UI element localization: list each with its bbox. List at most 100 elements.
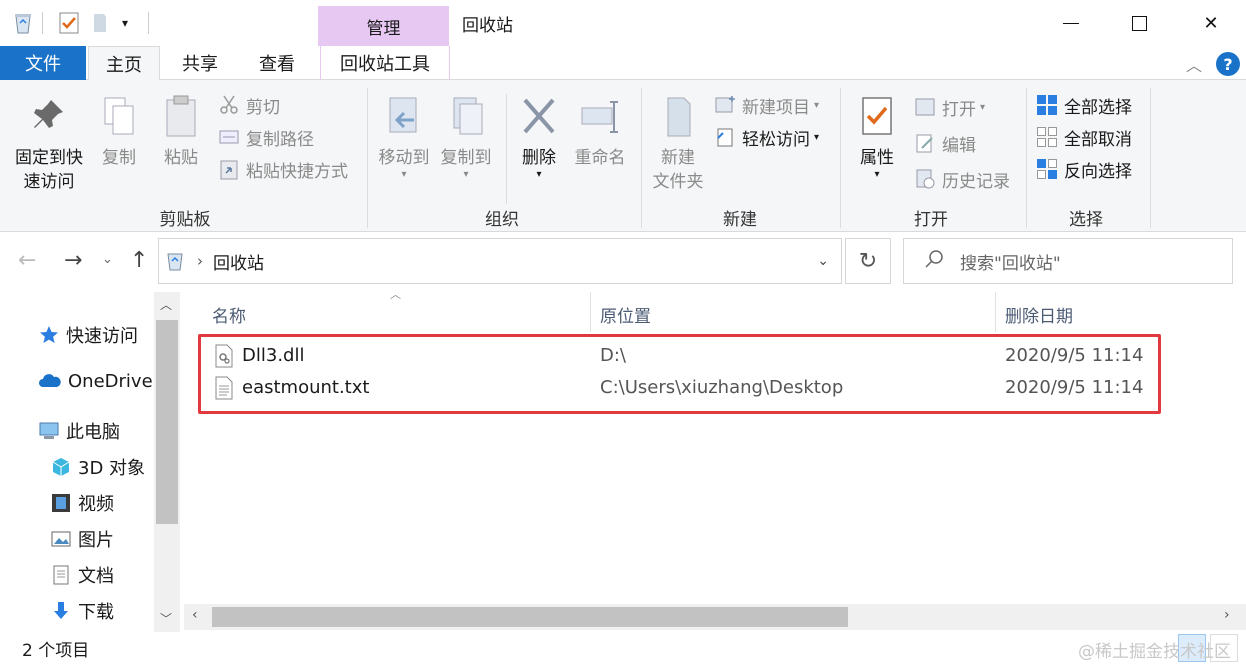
nav-documents[interactable]: 文档 [50, 562, 114, 588]
history-icon [914, 168, 936, 190]
nav-this-pc[interactable]: 此电脑 [38, 418, 120, 444]
navigation-pane: 快速访问 OneDrive 此电脑 3D 对象 视频 图片 文档 下载 [0, 292, 154, 632]
window-title: 回收站 [462, 16, 513, 36]
minimize-icon [1063, 22, 1079, 24]
scroll-down-chevron-icon[interactable]: ﹀ [160, 610, 172, 627]
column-divider[interactable] [590, 292, 591, 332]
cube-icon [50, 456, 72, 478]
tab-home[interactable]: 主页 [88, 46, 160, 81]
help-icon[interactable]: ? [1216, 52, 1240, 76]
tab-view[interactable]: 查看 [240, 46, 314, 80]
nav-videos[interactable]: 视频 [50, 490, 114, 516]
navigation-scrollbar[interactable]: ︿ ﹀ [154, 292, 180, 632]
title-bar: ▾ 管理 回收站 ✕ [0, 0, 1246, 46]
nav-3d-objects[interactable]: 3D 对象 [50, 454, 145, 480]
edit-icon [914, 132, 936, 154]
pin-label-line1: 固定到快 [15, 148, 83, 168]
tab-recycle-bin-tools[interactable]: 回收站工具 [320, 46, 450, 80]
properties-icon [857, 94, 897, 140]
delete-button[interactable]: 删除 ▾ [516, 94, 562, 180]
select-none-button[interactable]: 全部取消 [1036, 124, 1132, 150]
properties-button[interactable]: 属性 ▾ [852, 94, 902, 180]
delete-dropdown-icon: ▾ [536, 169, 542, 180]
rename-button[interactable]: 重命名 [570, 94, 630, 170]
close-icon: ✕ [1203, 12, 1219, 34]
properties-quick-icon[interactable] [58, 10, 80, 36]
context-tab-manage[interactable]: 管理 [318, 14, 449, 39]
new-item-icon [714, 94, 736, 116]
minimize-button[interactable] [1048, 0, 1094, 46]
open-label: 打开 [942, 99, 976, 120]
download-arrow-icon [50, 600, 72, 622]
delete-x-icon [519, 94, 559, 140]
copy-icon [99, 94, 139, 140]
tab-share[interactable]: 共享 [164, 46, 236, 80]
search-box[interactable]: 搜索"回收站" [903, 238, 1233, 284]
select-all-label: 全部选择 [1064, 97, 1132, 118]
maximize-button[interactable] [1116, 0, 1162, 46]
customize-quick-access-icon[interactable]: ▾ [122, 10, 128, 36]
horizontal-scrollbar[interactable]: ‹ › [184, 604, 1246, 630]
refresh-icon: ↻ [858, 248, 878, 274]
paste-button[interactable]: 粘贴 [158, 94, 204, 170]
address-dropdown-icon[interactable]: ⌄ [817, 253, 829, 269]
tab-file[interactable]: 文件 [0, 46, 86, 80]
group-label-clipboard: 剪贴板 [159, 210, 211, 230]
collapse-ribbon-icon[interactable]: ︿ [1186, 52, 1202, 76]
scroll-left-chevron-icon[interactable]: ‹ [192, 607, 198, 623]
nav-pictures[interactable]: 图片 [50, 526, 114, 552]
forward-arrow-icon[interactable]: → [64, 248, 82, 273]
column-header-date[interactable]: 删除日期 [1005, 302, 1073, 327]
back-arrow-icon[interactable]: ← [18, 248, 36, 273]
nav-downloads[interactable]: 下载 [50, 598, 114, 624]
column-divider[interactable] [995, 292, 996, 332]
open-button[interactable]: 打开 ▾ [914, 94, 985, 120]
scroll-right-chevron-icon[interactable]: › [1224, 607, 1230, 623]
nav-quick-access[interactable]: 快速访问 [38, 322, 138, 348]
watermark-text: @稀土掘金技术社区 [1078, 642, 1231, 662]
select-all-button[interactable]: 全部选择 [1036, 92, 1132, 118]
cloud-icon [38, 370, 62, 392]
address-bar[interactable]: › 回收站 ⌄ [158, 238, 842, 284]
recent-locations-chevron-icon[interactable]: ⌄ [102, 252, 113, 267]
copy-button[interactable]: 复制 [96, 94, 142, 170]
copy-to-dropdown-icon: ▾ [463, 169, 469, 180]
new-item-button[interactable]: 新建项目 ▾ [714, 92, 819, 118]
maximize-icon [1131, 15, 1147, 31]
new-folder-label-line2: 文件夹 [652, 172, 704, 192]
document-icon [50, 564, 72, 586]
recycle-bin-icon [165, 250, 185, 272]
nav-downloads-label: 下载 [78, 602, 114, 623]
easy-access-dropdown-icon: ▾ [814, 131, 820, 143]
new-folder-button[interactable]: 新建 文件夹 [648, 94, 708, 194]
move-to-button[interactable]: 移动到 ▾ [374, 94, 434, 180]
select-none-label: 全部取消 [1064, 129, 1132, 150]
history-button[interactable]: 历史记录 [914, 166, 1010, 192]
nav-pictures-label: 图片 [78, 530, 114, 551]
nav-onedrive[interactable]: OneDrive [38, 370, 153, 392]
refresh-button[interactable]: ↻ [845, 238, 891, 284]
new-folder-quick-icon[interactable] [92, 10, 108, 36]
nav-videos-label: 视频 [78, 494, 114, 515]
copy-to-button[interactable]: 复制到 ▾ [436, 94, 496, 180]
breadcrumb-recycle-bin[interactable]: 回收站 [213, 249, 264, 274]
easy-access-button[interactable]: 轻松访问 ▾ [714, 124, 819, 150]
column-header-name[interactable]: 名称 [212, 302, 246, 327]
copy-path-button[interactable]: 复制路径 [218, 124, 314, 150]
edit-button[interactable]: 编辑 [914, 130, 976, 156]
up-arrow-icon[interactable]: ↑ [130, 248, 148, 273]
pin-to-quick-access-button[interactable]: 固定到快 速访问 [10, 94, 88, 194]
rename-icon [580, 94, 620, 140]
column-header-location[interactable]: 原位置 [600, 302, 651, 327]
invert-selection-button[interactable]: 反向选择 [1036, 156, 1132, 182]
close-button[interactable]: ✕ [1188, 0, 1234, 46]
scissors-icon [218, 94, 240, 116]
scroll-up-chevron-icon[interactable]: ︿ [160, 296, 172, 313]
delete-label: 删除 [522, 148, 556, 168]
paste-shortcut-icon [218, 158, 240, 180]
recycle-bin-icon [12, 10, 34, 36]
navigation-scrollbar-thumb[interactable] [156, 320, 178, 524]
cut-button[interactable]: 剪切 [218, 92, 280, 118]
horizontal-scrollbar-thumb[interactable] [212, 607, 848, 627]
paste-shortcut-button[interactable]: 粘贴快捷方式 [218, 156, 348, 182]
